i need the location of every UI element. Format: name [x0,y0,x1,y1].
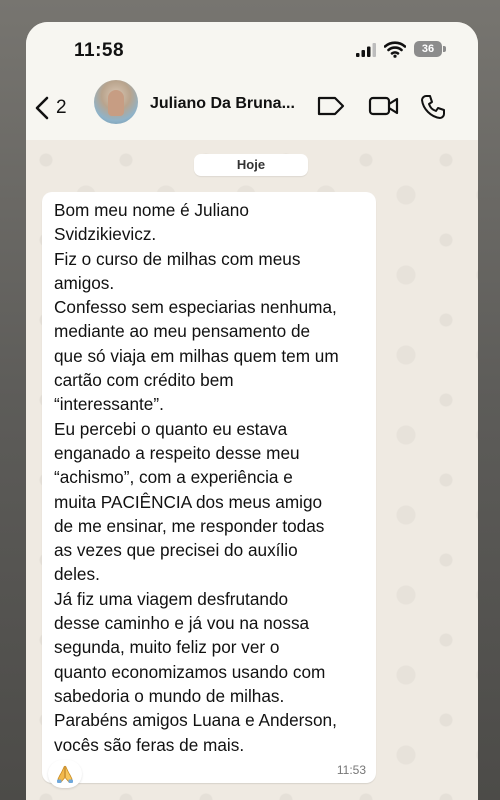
chat-area[interactable]: Hoje Bom meu nome é Juliano Svidzikievic… [26,140,478,800]
avatar-photo [108,90,124,116]
status-time: 11:58 [74,40,125,61]
back-chevron-icon [35,96,49,120]
phone-call-icon[interactable] [420,94,446,120]
message-text: Bom meu nome é Juliano Svidzikievicz. Fi… [54,200,339,755]
video-call-icon[interactable] [368,94,400,118]
battery-tip [443,46,446,52]
chat-header: 2 Juliano Da Bruna... [26,78,478,140]
contact-name[interactable]: Juliano Da Bruna... [150,95,300,113]
unread-count: 2 [56,97,67,118]
message-time: 11:53 [336,762,366,777]
praying-hands-icon [57,765,73,783]
date-chip: Hoje [194,154,308,176]
battery-level: 36 [414,41,442,57]
status-bar: 11:58 36 [26,22,478,78]
message-bubble[interactable]: Bom meu nome é Juliano Svidzikievicz. Fi… [42,192,376,783]
phone-screen: 11:58 36 2 Juliano Da Bruna... Hoje Bom … [26,22,478,800]
back-button[interactable]: 2 [32,92,74,124]
label-icon[interactable] [316,94,346,118]
wifi-icon [384,41,406,58]
signal-icon [356,43,376,57]
message-reaction[interactable] [48,760,82,788]
avatar[interactable] [94,80,138,124]
battery-icon: 36 [414,41,446,57]
